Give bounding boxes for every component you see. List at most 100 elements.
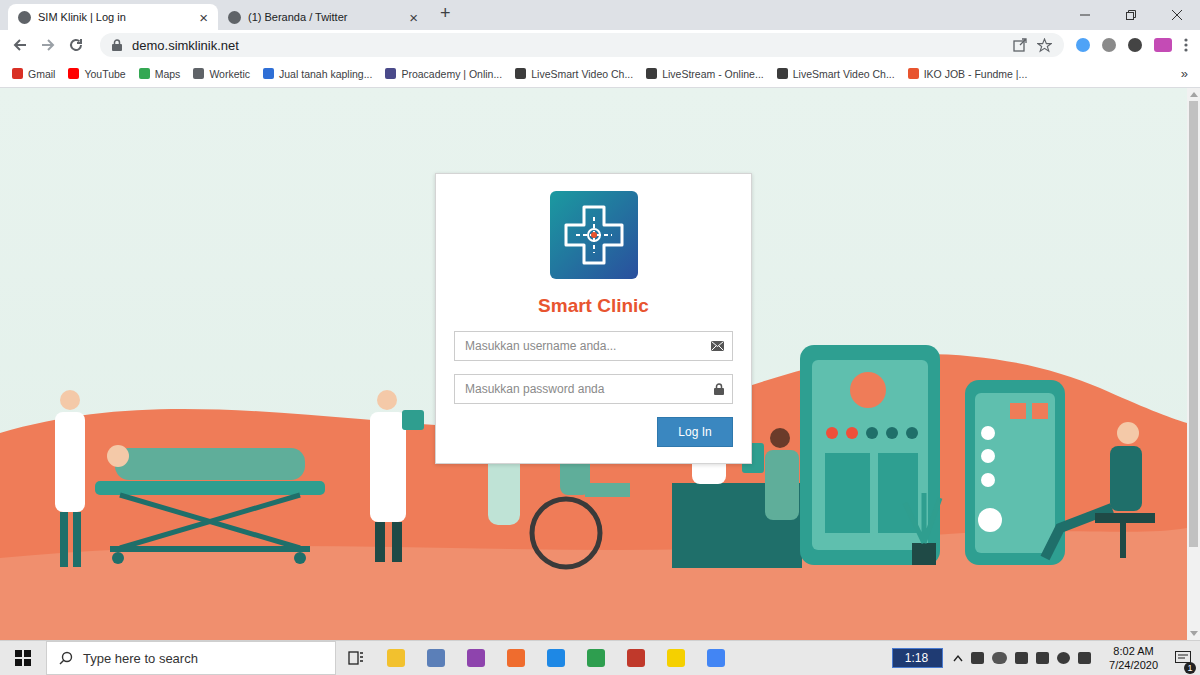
taskbar-app[interactable] <box>696 649 736 667</box>
scroll-thumb[interactable] <box>1189 101 1198 547</box>
browser-window: SIM Klinik | Log in×(1) Beranda / Twitte… <box>0 0 1200 675</box>
address-text: demo.simklinik.net <box>132 38 239 53</box>
bookmark[interactable]: Proacademy | Onlin... <box>385 68 502 80</box>
taskbar-app[interactable] <box>376 649 416 667</box>
bookmark[interactable]: YouTube <box>68 68 125 80</box>
address-bar[interactable]: demo.simklinik.net <box>100 33 1064 57</box>
close-icon <box>1172 10 1182 20</box>
password-input[interactable] <box>455 376 714 402</box>
taskbar-app[interactable] <box>576 649 616 667</box>
tab-favicon-icon <box>228 11 241 24</box>
windows-logo-icon <box>15 650 31 666</box>
extension-icon[interactable] <box>1102 38 1116 52</box>
scroll-down-icon[interactable] <box>1190 631 1198 636</box>
more-bookmarks-button[interactable]: » <box>1181 66 1188 81</box>
wifi-icon[interactable] <box>1015 652 1028 664</box>
login-button[interactable]: Log In <box>657 417 733 447</box>
new-tab-button[interactable]: + <box>428 3 463 28</box>
reload-icon[interactable] <box>68 37 84 53</box>
tab-close-button[interactable]: × <box>199 9 208 26</box>
taskbar-app[interactable] <box>456 649 496 667</box>
taskbar-search[interactable]: Type here to search <box>46 641 336 675</box>
game-icon <box>627 649 645 667</box>
back-icon[interactable] <box>12 37 28 53</box>
username-input[interactable] <box>455 333 711 359</box>
maps-pin-icon <box>587 649 605 667</box>
stretcher <box>95 445 325 564</box>
bookmark-favicon-icon <box>385 68 396 79</box>
clock-time: 8:02 AM <box>1113 644 1153 658</box>
bookmark[interactable]: LiveSmart Video Ch... <box>777 68 895 80</box>
battery-icon[interactable] <box>971 652 984 664</box>
recorder-timer[interactable]: 1:18 <box>892 648 943 668</box>
task-view-icon <box>348 650 364 666</box>
bookmark-label: YouTube <box>84 68 125 80</box>
star-icon[interactable] <box>1037 38 1052 53</box>
notification-badge: 1 <box>1184 662 1196 674</box>
scroll-up-icon[interactable] <box>1190 92 1198 97</box>
taskbar-app[interactable] <box>656 649 696 667</box>
tablet-device <box>800 345 940 565</box>
bookmark[interactable]: LiveStream - Online... <box>646 68 764 80</box>
app-title: Smart Clinic <box>538 295 649 317</box>
bookmark[interactable]: Gmail <box>12 68 55 80</box>
username-field[interactable] <box>454 331 733 361</box>
task-view-button[interactable] <box>336 650 376 666</box>
open-in-icon[interactable] <box>1013 38 1027 52</box>
bookmark-label: LiveStream - Online... <box>662 68 764 80</box>
postman-icon <box>507 649 525 667</box>
start-button[interactable] <box>0 650 46 666</box>
bookmark-favicon-icon <box>777 68 788 79</box>
bookmark[interactable]: Maps <box>139 68 181 80</box>
volume-icon[interactable] <box>1036 652 1049 664</box>
taskbar-app[interactable] <box>496 649 536 667</box>
forward-icon[interactable] <box>40 37 56 53</box>
bookmark-favicon-icon <box>646 68 657 79</box>
password-field[interactable] <box>454 374 733 404</box>
minimize-icon <box>1080 10 1090 20</box>
bookmark[interactable]: Worketic <box>193 68 250 80</box>
orange-wave <box>0 354 1187 640</box>
nurse-figure <box>55 390 85 567</box>
bookmark[interactable]: Jual tanah kapling... <box>263 68 372 80</box>
bookmark-favicon-icon <box>263 68 274 79</box>
search-placeholder: Type here to search <box>83 651 198 666</box>
status-icon[interactable] <box>1057 652 1070 664</box>
bookmark-label: Maps <box>155 68 181 80</box>
envelope-icon <box>711 341 724 351</box>
taskbar-app[interactable] <box>416 649 456 667</box>
chevron-up-icon[interactable] <box>953 654 963 662</box>
menu-icon[interactable] <box>1184 37 1188 53</box>
extension-icon[interactable] <box>1076 38 1090 52</box>
taskbar-app[interactable] <box>536 649 576 667</box>
bookmark[interactable]: LiveSmart Video Ch... <box>515 68 633 80</box>
scrollbar[interactable] <box>1187 88 1200 640</box>
phpstorm-icon <box>467 649 485 667</box>
notes-icon <box>427 649 445 667</box>
taskbar: Type here to search1:188:02 AM7/24/20201 <box>0 640 1200 675</box>
taskbar-app[interactable] <box>616 649 656 667</box>
bookmark-favicon-icon <box>515 68 526 79</box>
tab-label: SIM Klinik | Log in <box>38 11 192 23</box>
page-viewport: Smart Clinic Log In <box>0 88 1200 640</box>
minimize-button[interactable] <box>1062 0 1108 30</box>
browser-tab[interactable]: (1) Beranda / Twitter× <box>218 4 428 30</box>
onedrive-icon[interactable] <box>992 652 1007 664</box>
system-tray <box>953 652 1091 664</box>
clock[interactable]: 8:02 AM7/24/2020 <box>1101 644 1166 672</box>
bookmark-label: Gmail <box>28 68 55 80</box>
tab-close-button[interactable]: × <box>409 9 418 26</box>
notification-button[interactable]: 1 <box>1166 651 1200 665</box>
tab-strip: SIM Klinik | Log in×(1) Beranda / Twitte… <box>0 0 1200 30</box>
browser-tab[interactable]: SIM Klinik | Log in × <box>8 4 218 30</box>
bookmarks-bar: Gmail YouTube Maps Worketic Jual tanah kapli… <box>0 60 1200 88</box>
device-icon[interactable] <box>1078 652 1091 664</box>
bookmark[interactable]: IKO JOB - Fundme |... <box>908 68 1028 80</box>
plant <box>905 493 940 565</box>
close-button[interactable] <box>1154 0 1200 30</box>
profile-avatar-icon[interactable] <box>1154 38 1172 52</box>
puzzle-icon[interactable] <box>1128 38 1142 52</box>
restore-button[interactable] <box>1108 0 1154 30</box>
lock-icon <box>112 39 122 51</box>
clock-date: 7/24/2020 <box>1109 658 1158 672</box>
